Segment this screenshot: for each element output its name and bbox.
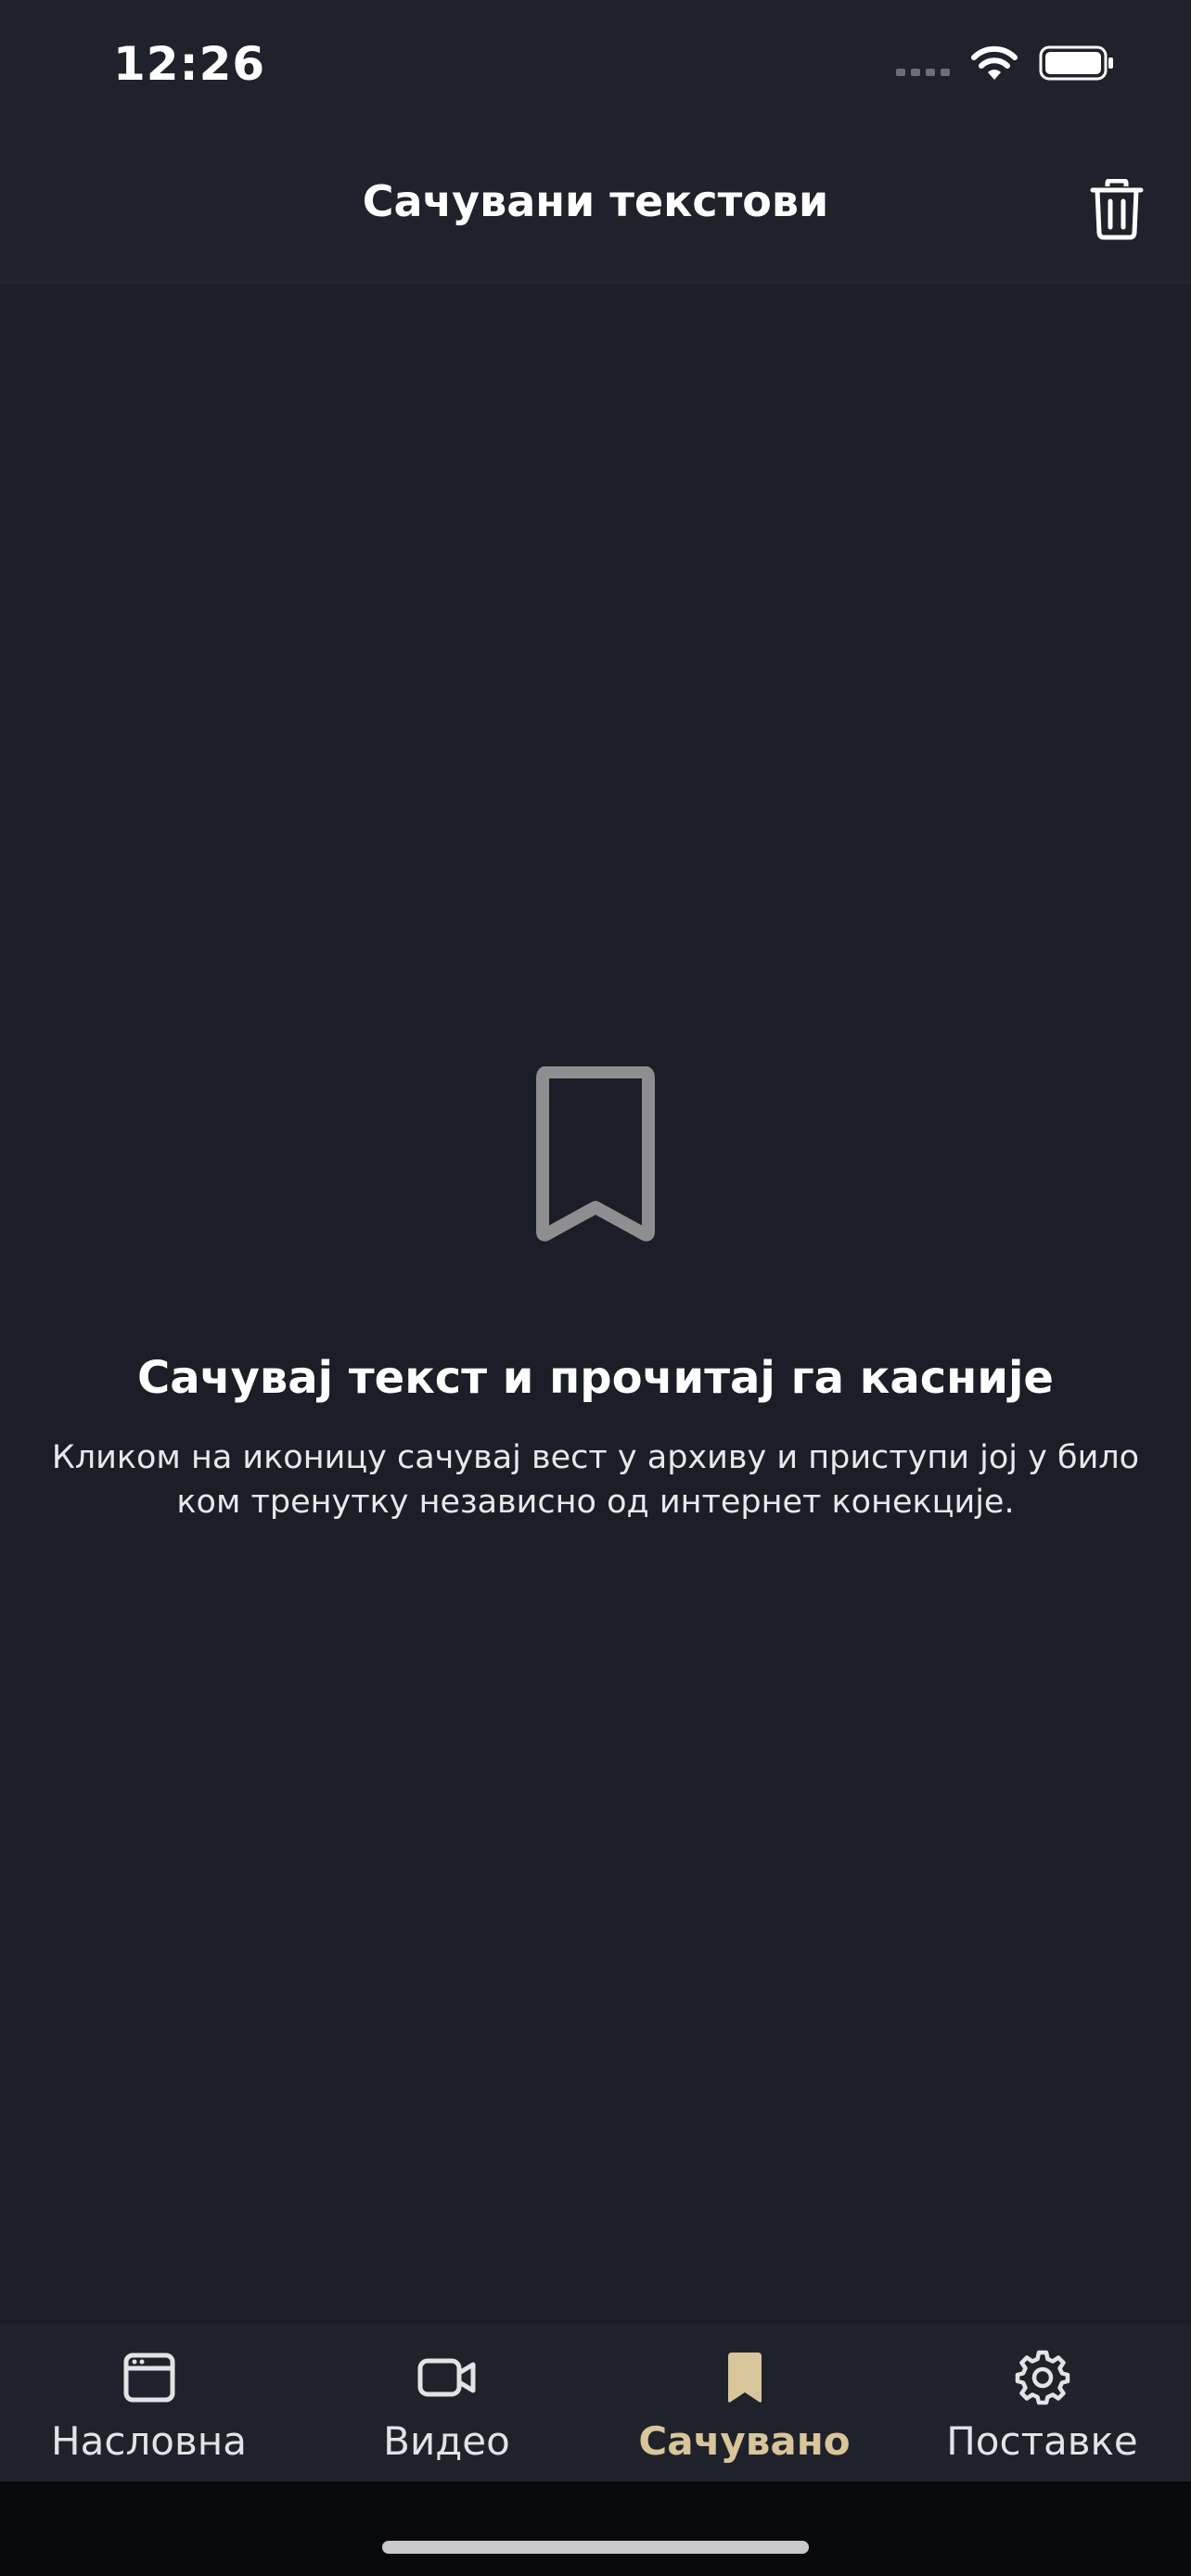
browser-window-icon: [120, 2348, 179, 2407]
saved-texts-screen: 12:26 Сачувани текстови Сачувај текст и …: [0, 0, 1191, 2576]
home-indicator-area: [0, 2481, 1191, 2576]
tab-saved[interactable]: Сачувано: [596, 2324, 893, 2481]
tab-home[interactable]: Насловна: [0, 2324, 298, 2481]
bookmark-icon: [715, 2348, 775, 2407]
tab-settings-label: Поставке: [946, 2418, 1138, 2464]
home-indicator[interactable]: [382, 2541, 809, 2554]
bookmark-icon: [536, 1066, 655, 1242]
trash-icon: [1090, 179, 1144, 240]
tab-bar: Насловна Видео Сачувано Поставке: [0, 2324, 1191, 2481]
wifi-icon: [971, 45, 1018, 80]
battery-icon: [1039, 45, 1113, 81]
status-time: 12:26: [113, 37, 266, 91]
tab-video[interactable]: Видео: [298, 2324, 596, 2481]
page-title: Сачувани текстови: [362, 176, 829, 226]
status-bar: 12:26: [0, 0, 1191, 139]
empty-state-title: Сачувај текст и прочитај га касније: [137, 1352, 1054, 1404]
tab-saved-label: Сачувано: [638, 2418, 851, 2464]
status-icons: [896, 45, 1115, 82]
cellular-signal-icon: [896, 69, 950, 76]
delete-all-button[interactable]: [1083, 172, 1150, 247]
gear-icon: [1013, 2348, 1072, 2407]
tab-video-label: Видео: [383, 2418, 510, 2464]
empty-state-description: Кликом на иконицу сачувај вест у архиву …: [51, 1439, 1140, 1521]
navigation-header: Сачувани текстови: [0, 139, 1191, 284]
empty-state: Сачувај текст и прочитај га касније Клик…: [0, 1066, 1191, 1524]
tab-home-label: Насловна: [51, 2418, 247, 2464]
tab-settings[interactable]: Поставке: [893, 2324, 1191, 2481]
video-camera-icon: [417, 2348, 477, 2407]
